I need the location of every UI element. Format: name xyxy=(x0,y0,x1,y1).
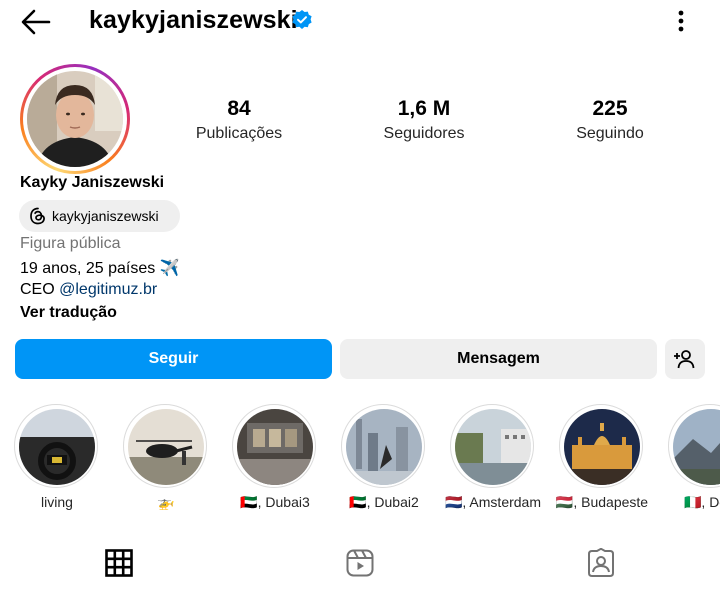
story-ring[interactable] xyxy=(20,64,130,174)
posts-count: 84 xyxy=(227,97,251,120)
message-button[interactable]: Mensagem xyxy=(340,339,657,379)
highlight-item[interactable]: 🇮🇹, Dolo xyxy=(668,404,720,510)
highlight-cover xyxy=(19,409,95,485)
full-name: Kayky Janiszewski xyxy=(20,174,165,191)
highlight-cover xyxy=(237,409,313,485)
tab-reels[interactable] xyxy=(345,548,375,578)
bio-line-ceo: CEO @legitimuz.br xyxy=(20,281,157,299)
bio-line: 19 anos, 25 países ✈️ xyxy=(20,260,180,277)
highlight-item[interactable]: 🇳🇱, Amsterdam xyxy=(445,404,541,510)
highlight-item[interactable]: living xyxy=(14,404,100,510)
person-add-icon xyxy=(674,350,695,369)
followers-count: 1,6 M xyxy=(397,97,451,120)
follow-button[interactable]: Seguir xyxy=(15,339,332,379)
highlight-item[interactable]: 🇦🇪, Dubai3 xyxy=(232,404,318,510)
highlight-item[interactable]: 🇦🇪, Dubai2 xyxy=(341,404,427,510)
posts-stat[interactable]: 84 Publicações xyxy=(169,96,309,146)
arrow-left-icon xyxy=(21,9,51,35)
highlight-item[interactable]: 🇭🇺, Budapeste xyxy=(556,404,648,510)
profile-header: kaykyjaniszewski xyxy=(0,0,720,44)
bio-mention-link[interactable]: @legitimuz.br xyxy=(59,281,157,298)
reels-icon xyxy=(346,549,374,577)
profile-category: Figura pública xyxy=(20,235,121,252)
highlight-cover xyxy=(128,409,204,485)
profile-avatar xyxy=(27,71,123,167)
following-label: Seguindo xyxy=(576,125,644,142)
grid-icon xyxy=(105,549,133,577)
highlight-cover xyxy=(673,409,720,485)
posts-label: Publicações xyxy=(195,125,283,142)
highlight-cover xyxy=(346,409,422,485)
verified-badge-icon xyxy=(291,9,313,31)
followers-stat[interactable]: 1,6 M Seguidores xyxy=(354,96,494,146)
suggested-users-button[interactable] xyxy=(665,339,705,379)
tab-posts[interactable] xyxy=(104,548,134,578)
tagged-icon xyxy=(588,547,614,577)
profile-username: kaykyjaniszewski xyxy=(89,6,298,34)
threads-badge[interactable]: kaykyjaniszewski xyxy=(19,200,180,232)
highlight-cover xyxy=(455,409,531,485)
bio-ceo-text: CEO xyxy=(20,281,60,298)
following-count: 225 xyxy=(592,97,628,120)
threads-icon xyxy=(30,207,45,225)
highlight-item[interactable]: 🚁 xyxy=(123,404,209,510)
followers-label: Seguidores xyxy=(383,125,465,142)
highlight-cover xyxy=(564,409,640,485)
highlight-label: 🇮🇹, Dolo xyxy=(683,494,720,510)
more-options-button[interactable] xyxy=(668,8,694,36)
see-translation-link[interactable]: Ver tradução xyxy=(20,304,117,322)
following-stat[interactable]: 225 Seguindo xyxy=(540,96,680,146)
back-button[interactable] xyxy=(20,8,52,36)
profile-tabs xyxy=(0,540,720,590)
more-vertical-icon xyxy=(678,10,684,32)
threads-handle: kaykyjaniszewski xyxy=(52,208,159,224)
tab-tagged[interactable] xyxy=(586,547,616,578)
